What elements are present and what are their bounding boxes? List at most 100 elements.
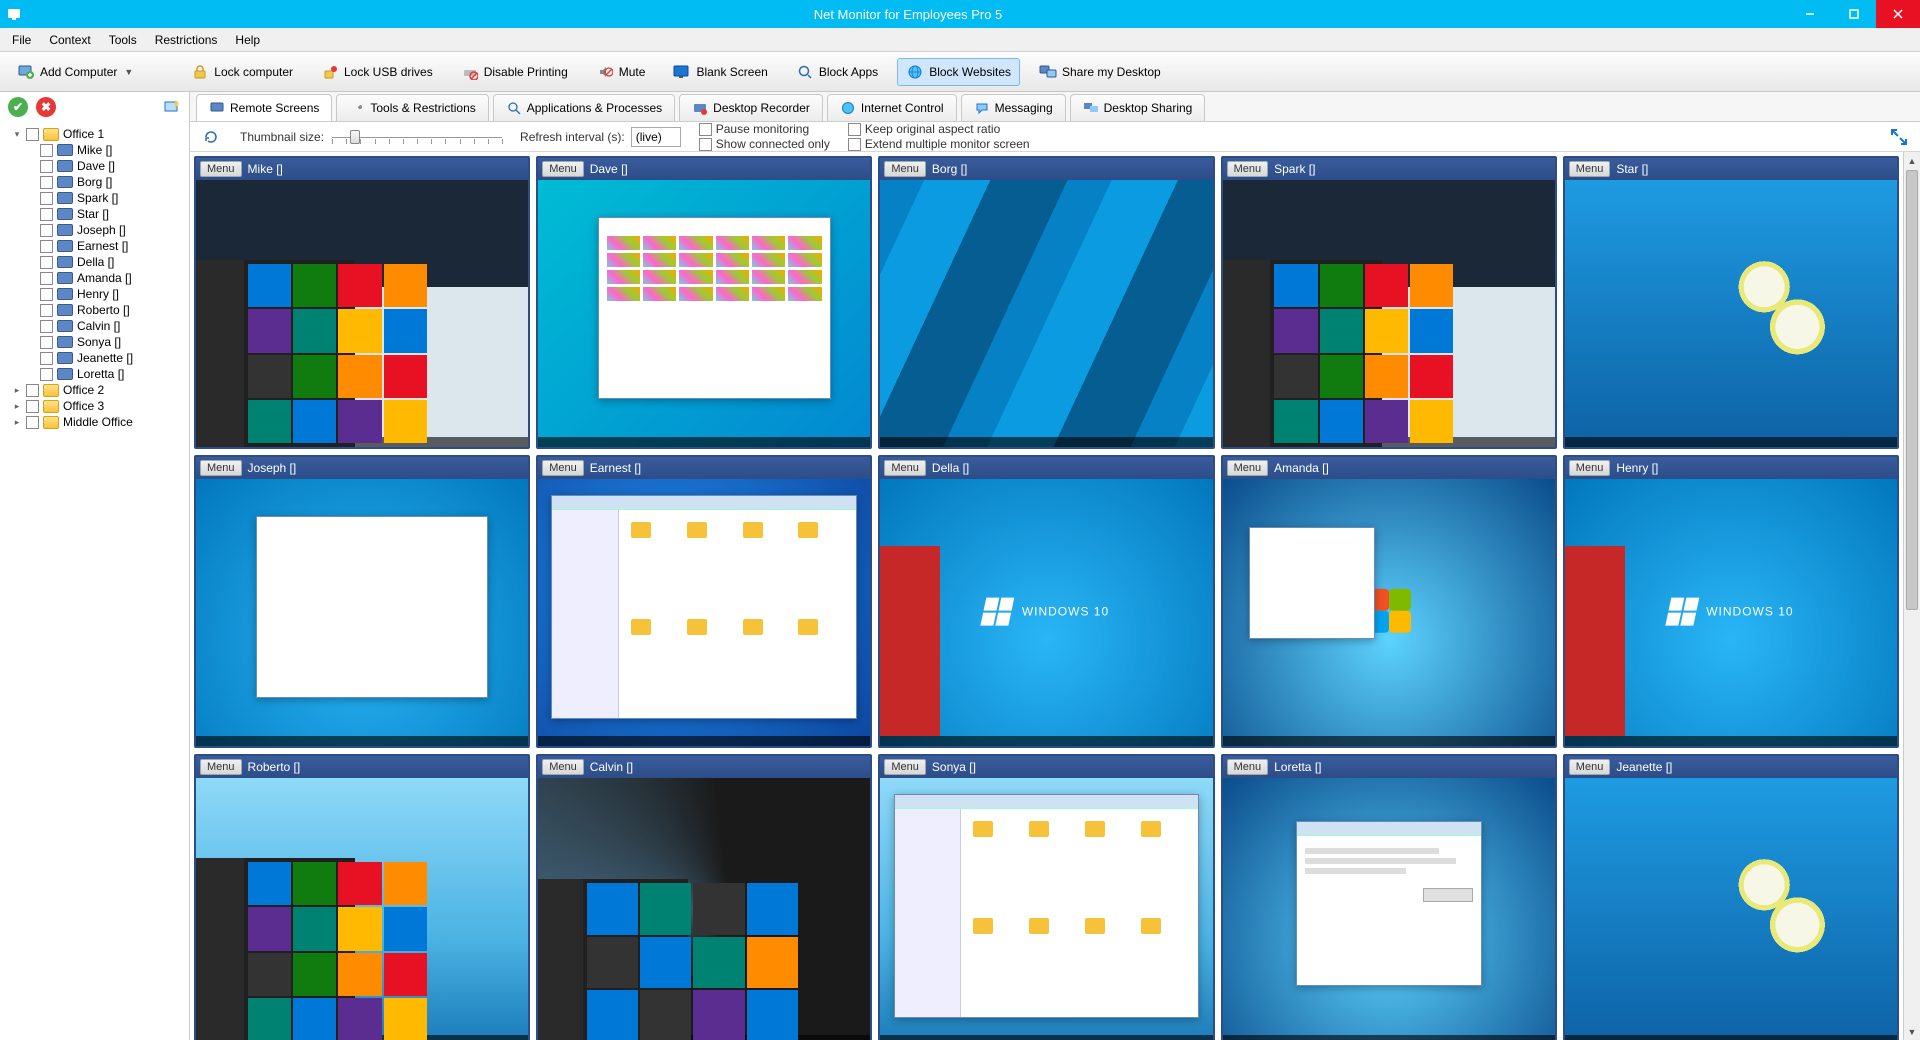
add-computer-button[interactable]: Add Computer ▼ — [8, 58, 142, 86]
expander-icon[interactable]: ▸ — [12, 385, 22, 396]
keep-aspect-checkbox[interactable]: Keep original aspect ratio — [848, 122, 1030, 136]
thumb-screen-preview[interactable] — [538, 479, 870, 746]
checkbox[interactable] — [40, 208, 53, 221]
refresh-icon[interactable] — [200, 126, 222, 148]
extend-monitor-checkbox[interactable]: Extend multiple monitor screen — [848, 137, 1030, 151]
scroll-up-arrow[interactable]: ▲ — [1904, 152, 1920, 169]
thumb-menu-button[interactable]: Menu — [200, 460, 242, 476]
tree-computer[interactable]: Loretta [] — [2, 366, 187, 382]
screen-thumbnail[interactable]: Menu Henry []WINDOWS 10 — [1563, 455, 1899, 748]
share-desktop-button[interactable]: Share my Desktop — [1030, 58, 1170, 86]
scroll-down-arrow[interactable]: ▼ — [1904, 1023, 1920, 1040]
close-button[interactable] — [1876, 0, 1920, 28]
thumb-screen-preview[interactable]: WINDOWS 10 — [880, 479, 1212, 746]
checkbox[interactable] — [40, 368, 53, 381]
disable-printing-button[interactable]: Disable Printing — [452, 58, 577, 86]
tree-computer[interactable]: Mike [] — [2, 142, 187, 158]
thumb-menu-button[interactable]: Menu — [1569, 460, 1611, 476]
thumb-menu-button[interactable]: Menu — [1227, 759, 1269, 775]
tab-apps[interactable]: Applications & Processes — [493, 94, 675, 121]
tree-computer[interactable]: Earnest [] — [2, 238, 187, 254]
thumb-screen-preview[interactable] — [880, 180, 1212, 447]
checkbox[interactable] — [40, 160, 53, 173]
screen-thumbnail[interactable]: Menu Spark [] — [1221, 156, 1557, 449]
thumb-size-slider[interactable] — [332, 128, 502, 146]
screen-thumbnail[interactable]: Menu Della []WINDOWS 10 — [878, 455, 1214, 748]
block-apps-button[interactable]: Block Apps — [787, 58, 887, 86]
screen-thumbnail[interactable]: Menu Earnest [] — [536, 455, 872, 748]
screen-thumbnail[interactable]: Menu Sonya [] — [878, 754, 1214, 1040]
thumb-menu-button[interactable]: Menu — [1227, 161, 1269, 177]
screen-thumbnail[interactable]: Menu Roberto [] — [194, 754, 530, 1040]
thumb-menu-button[interactable]: Menu — [542, 161, 584, 177]
tree-computer[interactable]: Dave [] — [2, 158, 187, 174]
menu-restrictions[interactable]: Restrictions — [147, 30, 226, 50]
checkbox[interactable] — [40, 256, 53, 269]
tree-computer[interactable]: Borg [] — [2, 174, 187, 190]
screen-thumbnail[interactable]: Menu Dave [] — [536, 156, 872, 449]
tree-group[interactable]: ▸ Middle Office — [2, 414, 187, 430]
thumb-screen-preview[interactable]: WINDOWS 10 — [1565, 479, 1897, 746]
checkbox[interactable] — [40, 288, 53, 301]
vertical-scrollbar[interactable]: ▲ ▼ — [1903, 152, 1920, 1040]
tree-computer[interactable]: Joseph [] — [2, 222, 187, 238]
checkbox[interactable] — [40, 224, 53, 237]
thumb-screen-preview[interactable] — [538, 180, 870, 447]
screen-thumbnail[interactable]: Menu Mike [] — [194, 156, 530, 449]
thumb-screen-preview[interactable] — [1223, 479, 1555, 746]
tab-sharing[interactable]: Desktop Sharing — [1070, 94, 1206, 121]
thumb-screen-preview[interactable] — [196, 778, 528, 1040]
tab-recorder[interactable]: Desktop Recorder — [679, 94, 823, 121]
checkbox[interactable] — [40, 272, 53, 285]
thumb-menu-button[interactable]: Menu — [200, 161, 242, 177]
expander-icon[interactable]: ▸ — [12, 401, 22, 412]
pause-monitoring-checkbox[interactable]: Pause monitoring — [699, 122, 830, 136]
block-websites-button[interactable]: Block Websites — [897, 58, 1020, 86]
checkbox[interactable] — [26, 400, 39, 413]
screen-thumbnail[interactable]: Menu Joseph [] — [194, 455, 530, 748]
tree-computer[interactable]: Amanda [] — [2, 270, 187, 286]
tree-computer[interactable]: Spark [] — [2, 190, 187, 206]
tree-computer[interactable]: Della [] — [2, 254, 187, 270]
menu-file[interactable]: File — [4, 30, 39, 50]
thumb-screen-preview[interactable] — [538, 778, 870, 1040]
menu-help[interactable]: Help — [227, 30, 268, 50]
thumb-menu-button[interactable]: Menu — [542, 460, 584, 476]
screen-thumbnail[interactable]: Menu Star [] — [1563, 156, 1899, 449]
checkbox[interactable] — [40, 336, 53, 349]
thumb-menu-button[interactable]: Menu — [542, 759, 584, 775]
blank-screen-button[interactable]: Blank Screen — [664, 58, 776, 86]
menu-context[interactable]: Context — [41, 30, 98, 50]
refresh-interval-input[interactable] — [631, 127, 681, 147]
checkbox[interactable] — [26, 384, 39, 397]
screen-thumbnail[interactable]: Menu Amanda [] — [1221, 455, 1557, 748]
mute-button[interactable]: Mute — [587, 58, 655, 86]
fullscreen-icon[interactable] — [1888, 126, 1910, 148]
tree-computer[interactable]: Jeanette [] — [2, 350, 187, 366]
thumb-menu-button[interactable]: Menu — [884, 759, 926, 775]
computer-tree[interactable]: ▾ Office 1 Mike [] Dave [] Borg [] Spark… — [0, 122, 189, 1040]
tree-group[interactable]: ▸ Office 3 — [2, 398, 187, 414]
tab-internet[interactable]: Internet Control — [827, 94, 957, 121]
tree-group[interactable]: ▾ Office 1 — [2, 126, 187, 142]
screen-thumbnail[interactable]: Menu Loretta [] — [1221, 754, 1557, 1040]
checkbox[interactable] — [40, 192, 53, 205]
checkbox[interactable] — [26, 416, 39, 429]
screen-thumbnail[interactable]: Menu Calvin [] — [536, 754, 872, 1040]
thumb-menu-button[interactable]: Menu — [884, 161, 926, 177]
thumb-menu-button[interactable]: Menu — [1569, 161, 1611, 177]
minimize-button[interactable] — [1788, 0, 1832, 28]
thumb-screen-preview[interactable] — [1565, 778, 1897, 1040]
thumb-screen-preview[interactable] — [1565, 180, 1897, 447]
thumb-screen-preview[interactable] — [196, 180, 528, 447]
screen-thumbnail[interactable]: Menu Borg [] — [878, 156, 1214, 449]
checkbox[interactable] — [40, 144, 53, 157]
checkbox[interactable] — [40, 304, 53, 317]
approve-button[interactable]: ✔ — [8, 97, 28, 117]
maximize-button[interactable] — [1832, 0, 1876, 28]
tree-computer[interactable]: Star [] — [2, 206, 187, 222]
tree-group[interactable]: ▸ Office 2 — [2, 382, 187, 398]
thumb-screen-preview[interactable] — [1223, 778, 1555, 1040]
tree-computer[interactable]: Roberto [] — [2, 302, 187, 318]
thumb-screen-preview[interactable] — [880, 778, 1212, 1040]
